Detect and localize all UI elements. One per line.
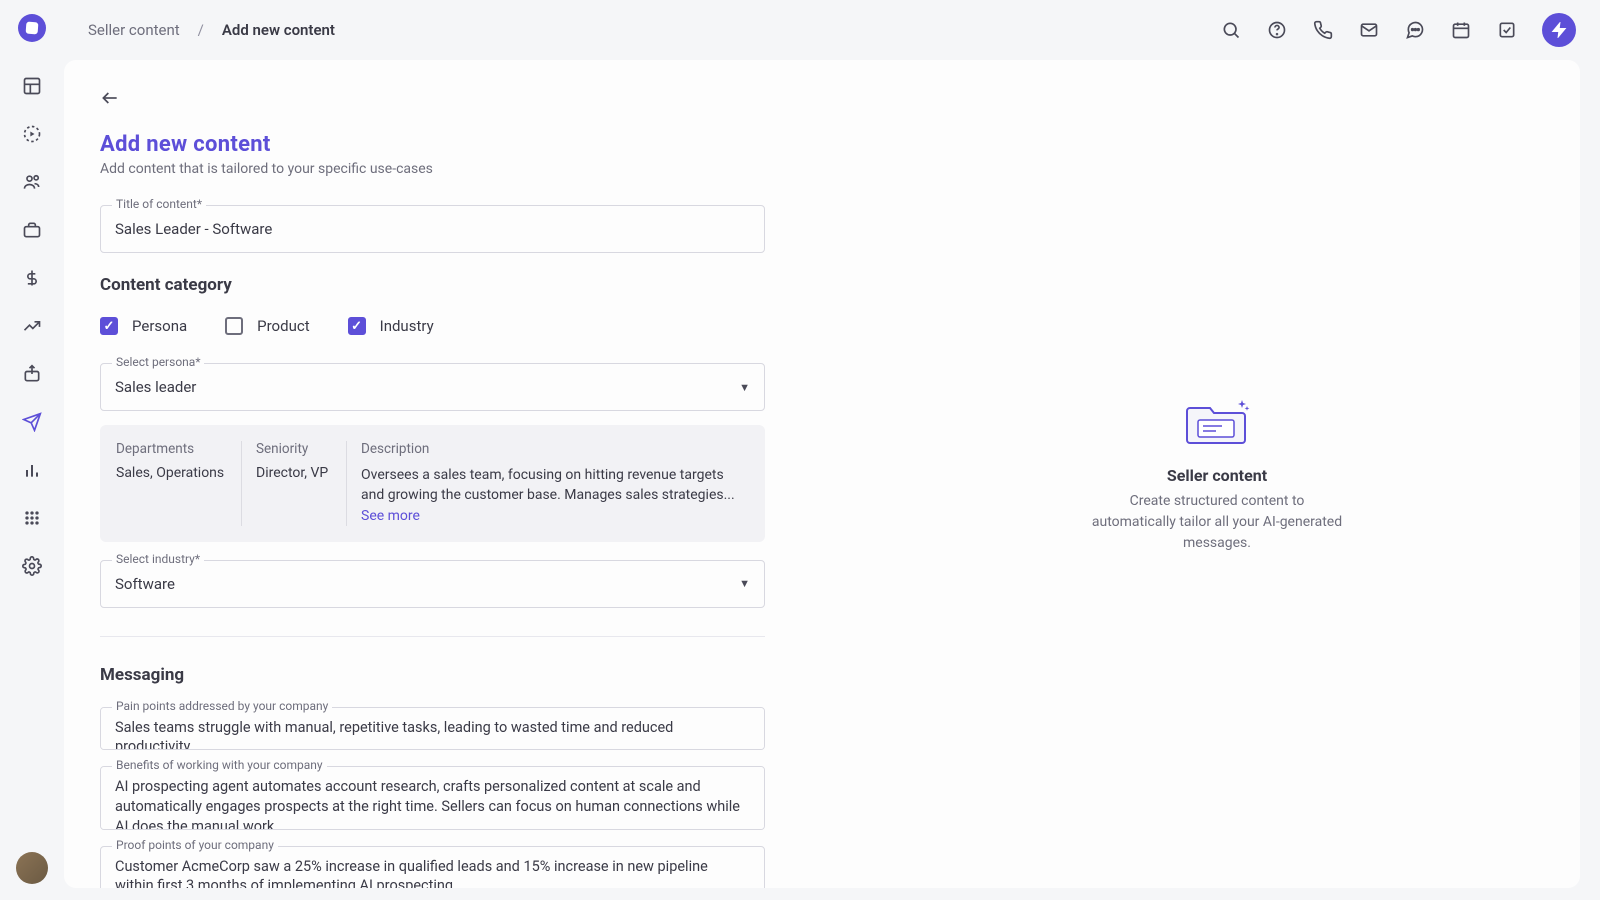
user-avatar[interactable]: [16, 852, 48, 884]
topbar: Seller content / Add new content: [64, 0, 1600, 60]
logo[interactable]: [18, 14, 46, 42]
mail-icon[interactable]: [1358, 19, 1380, 41]
checkbox-product-label: Product: [257, 317, 309, 335]
nav-settings-icon[interactable]: [12, 546, 52, 586]
category-heading: Content category: [100, 275, 818, 295]
page-subtitle: Add content that is tailored to your spe…: [100, 161, 818, 177]
breadcrumb: Seller content / Add new content: [88, 21, 335, 39]
chat-icon[interactable]: [1404, 19, 1426, 41]
industry-select-label: Select industry*: [112, 552, 204, 566]
seniority-label: Seniority: [256, 441, 332, 457]
tasks-icon[interactable]: [1496, 19, 1518, 41]
benefits-textarea[interactable]: [100, 766, 765, 829]
pain-textarea[interactable]: [100, 707, 765, 751]
checkbox-industry[interactable]: Industry: [348, 317, 434, 335]
nav-inbox-icon[interactable]: [12, 354, 52, 394]
persona-select-value: Sales leader: [115, 378, 196, 396]
description-value: Oversees a sales team, focusing on hitti…: [361, 465, 735, 526]
pain-label: Pain points addressed by your company: [112, 699, 332, 713]
nav-apps-icon[interactable]: [12, 498, 52, 538]
checkbox-persona[interactable]: Persona: [100, 317, 187, 335]
checkbox-product[interactable]: Product: [225, 317, 309, 335]
page-title: Add new content: [100, 132, 818, 157]
nav-dashboard-icon[interactable]: [12, 66, 52, 106]
checkbox-persona-label: Persona: [132, 317, 187, 335]
quick-action-button[interactable]: [1542, 13, 1576, 47]
departments-value: Sales, Operations: [116, 465, 227, 481]
nav-dollar-icon[interactable]: [12, 258, 52, 298]
calendar-icon[interactable]: [1450, 19, 1472, 41]
chevron-down-icon: ▼: [739, 381, 750, 394]
benefits-label: Benefits of working with your company: [112, 758, 327, 772]
nav-rail: [0, 0, 64, 900]
breadcrumb-separator: /: [198, 21, 204, 39]
see-more-link[interactable]: See more: [361, 508, 420, 524]
breadcrumb-current: Add new content: [222, 21, 335, 39]
form-panel: Add new content Add content that is tail…: [64, 60, 854, 888]
persona-select-label: Select persona*: [112, 355, 204, 369]
nav-trending-icon[interactable]: [12, 306, 52, 346]
title-label: Title of content*: [112, 197, 206, 211]
nav-people-icon[interactable]: [12, 162, 52, 202]
right-panel-desc: Create structured content to automatical…: [1087, 491, 1347, 554]
description-label: Description: [361, 441, 735, 457]
title-input[interactable]: [100, 205, 765, 253]
persona-select[interactable]: Sales leader ▼: [100, 363, 765, 411]
nav-briefcase-icon[interactable]: [12, 210, 52, 250]
folder-sparkle-icon: [1184, 394, 1250, 446]
phone-icon[interactable]: [1312, 19, 1334, 41]
checkbox-product-box: [225, 317, 243, 335]
proof-label: Proof points of your company: [112, 838, 278, 852]
search-icon[interactable]: [1220, 19, 1242, 41]
industry-select-value: Software: [115, 575, 175, 593]
back-button[interactable]: [100, 88, 120, 108]
industry-select[interactable]: Software ▼: [100, 560, 765, 608]
right-panel: Seller content Create structured content…: [854, 60, 1580, 888]
checkbox-industry-label: Industry: [380, 317, 434, 335]
proof-textarea[interactable]: [100, 846, 765, 888]
checkbox-persona-box: [100, 317, 118, 335]
checkbox-industry-box: [348, 317, 366, 335]
chevron-down-icon: ▼: [739, 577, 750, 590]
nav-send-icon[interactable]: [12, 402, 52, 442]
persona-info-card: Departments Sales, Operations Seniority …: [100, 425, 765, 542]
help-icon[interactable]: [1266, 19, 1288, 41]
messaging-heading: Messaging: [100, 665, 818, 685]
seniority-value: Director, VP: [256, 465, 332, 481]
nav-refresh-icon[interactable]: [12, 114, 52, 154]
divider: [100, 636, 765, 637]
nav-chart-icon[interactable]: [12, 450, 52, 490]
right-panel-title: Seller content: [1167, 466, 1267, 485]
breadcrumb-seller-content[interactable]: Seller content: [88, 21, 180, 39]
departments-label: Departments: [116, 441, 227, 457]
